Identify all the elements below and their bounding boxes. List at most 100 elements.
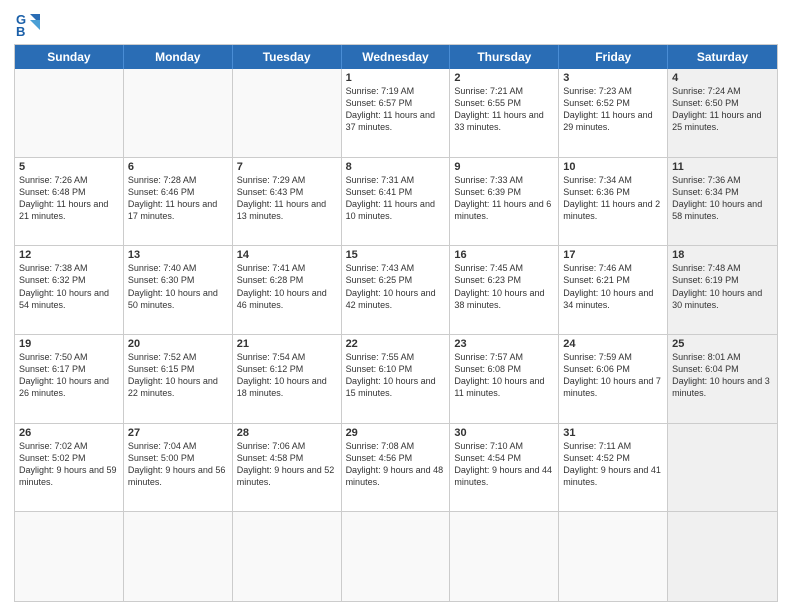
day-number: 17: [563, 249, 663, 261]
day-cell-30: 30Sunrise: 7:10 AM Sunset: 4:54 PM Dayli…: [450, 424, 559, 512]
calendar: SundayMondayTuesdayWednesdayThursdayFrid…: [14, 44, 778, 602]
day-number: 4: [672, 72, 773, 84]
day-cell-22: 22Sunrise: 7:55 AM Sunset: 6:10 PM Dayli…: [342, 335, 451, 423]
day-info: Sunrise: 7:40 AM Sunset: 6:30 PM Dayligh…: [128, 262, 228, 311]
day-cell-8: 8Sunrise: 7:31 AM Sunset: 6:41 PM Daylig…: [342, 158, 451, 246]
day-cell-18: 18Sunrise: 7:48 AM Sunset: 6:19 PM Dayli…: [668, 246, 777, 334]
day-cell-20: 20Sunrise: 7:52 AM Sunset: 6:15 PM Dayli…: [124, 335, 233, 423]
day-number: 31: [563, 427, 663, 439]
day-cell-9: 9Sunrise: 7:33 AM Sunset: 6:39 PM Daylig…: [450, 158, 559, 246]
calendar-row: 19Sunrise: 7:50 AM Sunset: 6:17 PM Dayli…: [15, 335, 777, 424]
day-number: 10: [563, 161, 663, 173]
day-info: Sunrise: 7:02 AM Sunset: 5:02 PM Dayligh…: [19, 440, 119, 489]
day-info: Sunrise: 7:55 AM Sunset: 6:10 PM Dayligh…: [346, 351, 446, 400]
day-number: 7: [237, 161, 337, 173]
day-cell-28: 28Sunrise: 7:06 AM Sunset: 4:58 PM Dayli…: [233, 424, 342, 512]
day-number: 28: [237, 427, 337, 439]
empty-cell: [233, 512, 342, 601]
svg-text:B: B: [16, 24, 25, 38]
calendar-row: 26Sunrise: 7:02 AM Sunset: 5:02 PM Dayli…: [15, 424, 777, 513]
page-container: G B SundayMondayTuesdayWednesdayThursday…: [0, 0, 792, 612]
day-cell-11: 11Sunrise: 7:36 AM Sunset: 6:34 PM Dayli…: [668, 158, 777, 246]
day-number: 5: [19, 161, 119, 173]
day-number: 13: [128, 249, 228, 261]
day-number: 2: [454, 72, 554, 84]
day-cell-5: 5Sunrise: 7:26 AM Sunset: 6:48 PM Daylig…: [15, 158, 124, 246]
day-number: 27: [128, 427, 228, 439]
day-info: Sunrise: 7:36 AM Sunset: 6:34 PM Dayligh…: [672, 174, 773, 223]
day-cell-16: 16Sunrise: 7:45 AM Sunset: 6:23 PM Dayli…: [450, 246, 559, 334]
day-number: 26: [19, 427, 119, 439]
weekday-header-saturday: Saturday: [668, 45, 777, 69]
calendar-row: 5Sunrise: 7:26 AM Sunset: 6:48 PM Daylig…: [15, 158, 777, 247]
day-number: 6: [128, 161, 228, 173]
day-cell-19: 19Sunrise: 7:50 AM Sunset: 6:17 PM Dayli…: [15, 335, 124, 423]
day-cell-10: 10Sunrise: 7:34 AM Sunset: 6:36 PM Dayli…: [559, 158, 668, 246]
day-number: 15: [346, 249, 446, 261]
weekday-header-friday: Friday: [559, 45, 668, 69]
day-info: Sunrise: 7:41 AM Sunset: 6:28 PM Dayligh…: [237, 262, 337, 311]
day-cell-27: 27Sunrise: 7:04 AM Sunset: 5:00 PM Dayli…: [124, 424, 233, 512]
day-info: Sunrise: 7:34 AM Sunset: 6:36 PM Dayligh…: [563, 174, 663, 223]
empty-cell: [15, 69, 124, 157]
day-info: Sunrise: 7:43 AM Sunset: 6:25 PM Dayligh…: [346, 262, 446, 311]
day-number: 25: [672, 338, 773, 350]
day-cell-23: 23Sunrise: 7:57 AM Sunset: 6:08 PM Dayli…: [450, 335, 559, 423]
calendar-row: 1Sunrise: 7:19 AM Sunset: 6:57 PM Daylig…: [15, 69, 777, 158]
day-info: Sunrise: 7:06 AM Sunset: 4:58 PM Dayligh…: [237, 440, 337, 489]
weekday-header-wednesday: Wednesday: [342, 45, 451, 69]
weekday-header-sunday: Sunday: [15, 45, 124, 69]
day-number: 1: [346, 72, 446, 84]
empty-cell: [124, 512, 233, 601]
day-number: 18: [672, 249, 773, 261]
calendar-body: 1Sunrise: 7:19 AM Sunset: 6:57 PM Daylig…: [15, 69, 777, 601]
weekday-header-thursday: Thursday: [450, 45, 559, 69]
day-number: 20: [128, 338, 228, 350]
day-cell-6: 6Sunrise: 7:28 AM Sunset: 6:46 PM Daylig…: [124, 158, 233, 246]
day-number: 8: [346, 161, 446, 173]
day-cell-13: 13Sunrise: 7:40 AM Sunset: 6:30 PM Dayli…: [124, 246, 233, 334]
empty-cell: [124, 69, 233, 157]
day-info: Sunrise: 7:24 AM Sunset: 6:50 PM Dayligh…: [672, 85, 773, 134]
calendar-header: SundayMondayTuesdayWednesdayThursdayFrid…: [15, 45, 777, 69]
empty-cell: [342, 512, 451, 601]
day-number: 11: [672, 161, 773, 173]
day-cell-15: 15Sunrise: 7:43 AM Sunset: 6:25 PM Dayli…: [342, 246, 451, 334]
logo-icon: G B: [14, 10, 42, 38]
day-info: Sunrise: 7:46 AM Sunset: 6:21 PM Dayligh…: [563, 262, 663, 311]
day-cell-12: 12Sunrise: 7:38 AM Sunset: 6:32 PM Dayli…: [15, 246, 124, 334]
day-cell-17: 17Sunrise: 7:46 AM Sunset: 6:21 PM Dayli…: [559, 246, 668, 334]
day-number: 21: [237, 338, 337, 350]
calendar-row: 12Sunrise: 7:38 AM Sunset: 6:32 PM Dayli…: [15, 246, 777, 335]
day-info: Sunrise: 7:33 AM Sunset: 6:39 PM Dayligh…: [454, 174, 554, 223]
day-info: Sunrise: 7:11 AM Sunset: 4:52 PM Dayligh…: [563, 440, 663, 489]
day-cell-31: 31Sunrise: 7:11 AM Sunset: 4:52 PM Dayli…: [559, 424, 668, 512]
day-info: Sunrise: 7:57 AM Sunset: 6:08 PM Dayligh…: [454, 351, 554, 400]
day-cell-3: 3Sunrise: 7:23 AM Sunset: 6:52 PM Daylig…: [559, 69, 668, 157]
day-number: 24: [563, 338, 663, 350]
day-info: Sunrise: 7:31 AM Sunset: 6:41 PM Dayligh…: [346, 174, 446, 223]
day-info: Sunrise: 7:10 AM Sunset: 4:54 PM Dayligh…: [454, 440, 554, 489]
weekday-header-tuesday: Tuesday: [233, 45, 342, 69]
day-cell-21: 21Sunrise: 7:54 AM Sunset: 6:12 PM Dayli…: [233, 335, 342, 423]
day-number: 12: [19, 249, 119, 261]
empty-cell: [559, 512, 668, 601]
day-cell-25: 25Sunrise: 8:01 AM Sunset: 6:04 PM Dayli…: [668, 335, 777, 423]
day-info: Sunrise: 7:52 AM Sunset: 6:15 PM Dayligh…: [128, 351, 228, 400]
day-number: 19: [19, 338, 119, 350]
empty-cell: [15, 512, 124, 601]
day-info: Sunrise: 7:28 AM Sunset: 6:46 PM Dayligh…: [128, 174, 228, 223]
day-info: Sunrise: 7:26 AM Sunset: 6:48 PM Dayligh…: [19, 174, 119, 223]
day-number: 16: [454, 249, 554, 261]
day-cell-14: 14Sunrise: 7:41 AM Sunset: 6:28 PM Dayli…: [233, 246, 342, 334]
day-cell-26: 26Sunrise: 7:02 AM Sunset: 5:02 PM Dayli…: [15, 424, 124, 512]
day-number: 14: [237, 249, 337, 261]
day-number: 30: [454, 427, 554, 439]
day-number: 9: [454, 161, 554, 173]
day-number: 29: [346, 427, 446, 439]
day-number: 3: [563, 72, 663, 84]
day-cell-29: 29Sunrise: 7:08 AM Sunset: 4:56 PM Dayli…: [342, 424, 451, 512]
header: G B: [14, 10, 778, 38]
day-info: Sunrise: 7:19 AM Sunset: 6:57 PM Dayligh…: [346, 85, 446, 134]
day-cell-4: 4Sunrise: 7:24 AM Sunset: 6:50 PM Daylig…: [668, 69, 777, 157]
